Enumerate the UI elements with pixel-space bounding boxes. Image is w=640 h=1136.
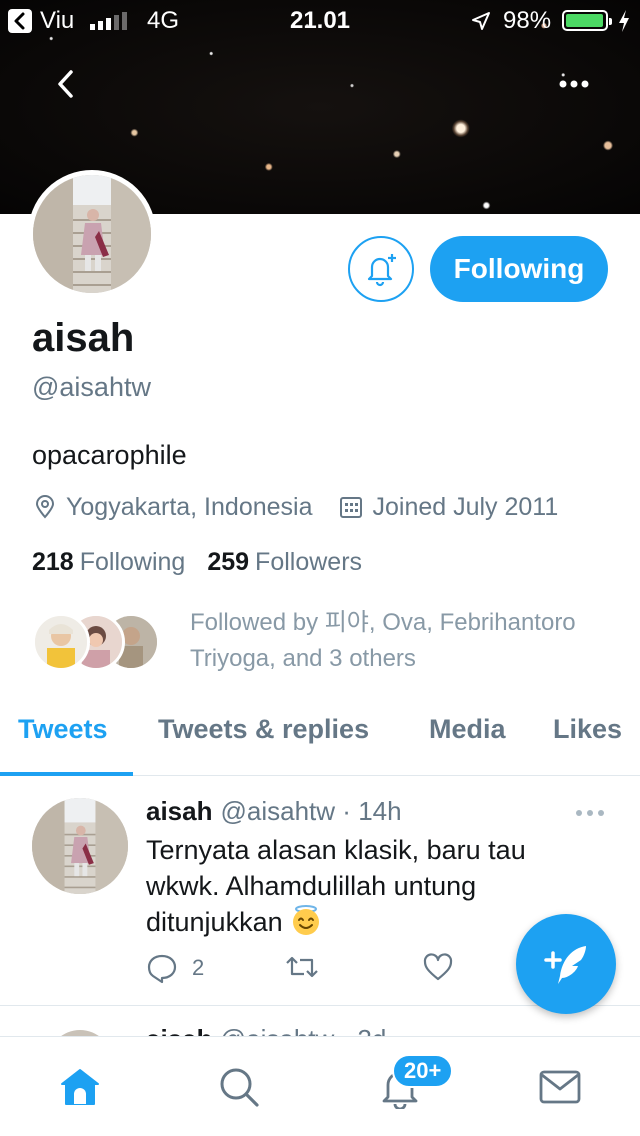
reply-count: 2 [192,955,205,980]
following-button[interactable]: Following [430,236,608,302]
tweet-avatar[interactable] [32,798,128,894]
reply-icon [147,954,177,984]
following-label: Following [79,548,186,576]
battery-percent: 98% [503,7,552,34]
ellipsis-icon [576,810,604,816]
location-arrow-icon [470,10,492,39]
followers-count: 259 [207,548,250,576]
nav-messages[interactable] [538,1065,582,1109]
followers-you-know[interactable]: Followed by 피야, Ova, Febrihantoro Triyog… [32,605,612,679]
bottom-navigation: 20+ [0,1036,640,1136]
following-count: 218 [32,548,74,576]
avatar [32,613,90,671]
profile-name: aisah [32,316,135,360]
tab-media[interactable]: Media [429,714,506,745]
profile-handle: @aisahtw [32,372,151,402]
tweet-author-handle: @aisahtw [220,796,336,826]
compose-tweet-button[interactable] [516,914,616,1014]
smiling-face-with-halo-icon [293,905,320,935]
next-tweet-preview[interactable]: aisah @aisahtw · 2d [0,1006,640,1040]
notifications-badge: 20+ [392,1054,454,1088]
following-count-link[interactable]: 218 Following [32,548,185,577]
follow-counts: 218 Following 259 Followers [32,548,362,577]
back-button[interactable] [44,62,88,106]
retweet-icon [286,956,318,978]
chevron-left-icon [58,70,73,98]
home-icon [61,1069,99,1105]
heart-icon [423,953,453,981]
followed-by-text: Followed by 피야, Ova, Febrihantoro Triyog… [190,605,610,677]
reply-button[interactable]: 2 [146,952,204,984]
nav-home[interactable] [58,1065,102,1109]
retweet-button[interactable] [284,952,320,982]
mail-icon [539,1070,581,1104]
location-text: Yogyakarta, Indonesia [66,492,313,521]
like-button[interactable] [422,952,454,982]
location-item: Yogyakarta, Indonesia [32,493,312,522]
tweet-separator: · [342,796,351,826]
tweet-header: aisah @aisahtw · 14h [146,796,402,827]
profile-tabs: Tweets Tweets & replies Media Likes [0,700,640,776]
tweet-author-name[interactable]: aisah [146,796,213,826]
ellipsis-icon [559,80,589,88]
compose-feather-icon [544,946,586,984]
notifications-toggle-button[interactable] [348,236,414,302]
profile-bio: opacarophile [32,440,187,470]
joined-item: Joined July 2011 [338,493,558,522]
profile-avatar[interactable] [28,170,156,298]
battery-icon [562,10,612,31]
followers-count-link[interactable]: 259 Followers [207,548,362,577]
tweet-actions: 2 [146,952,476,992]
tweet-more-button[interactable] [572,798,608,828]
location-pin-icon [35,495,55,519]
tweet-time: 14h [358,796,402,826]
joined-text: Joined July 2011 [372,492,559,521]
profile-meta: Yogyakarta, Indonesia Joined July 2011 [32,490,584,524]
calendar-icon [340,497,363,518]
status-bar: Viu 4G 21.01 98% [0,0,640,40]
tab-tweets[interactable]: Tweets [18,714,108,745]
search-icon [220,1068,259,1107]
followed-by-line-1: Followed by 피야, Ova, Febrihantoro [190,609,576,636]
more-options-button[interactable] [552,62,596,106]
bell-plus-icon [367,254,396,287]
charging-bolt-icon [617,9,631,40]
tab-likes[interactable]: Likes [553,714,622,745]
mutual-avatars [32,613,172,671]
followed-by-line-2: Triyoga, and 3 others [190,645,416,672]
tab-tweets-and-replies[interactable]: Tweets & replies [158,714,369,745]
nav-search[interactable] [217,1065,261,1109]
tweet-text: Ternyata alasan klasik, baru tau wkwk. A… [146,832,586,940]
tweet-text-content: Ternyata alasan klasik, baru tau wkwk. A… [146,835,526,937]
followers-label: Followers [255,548,363,576]
